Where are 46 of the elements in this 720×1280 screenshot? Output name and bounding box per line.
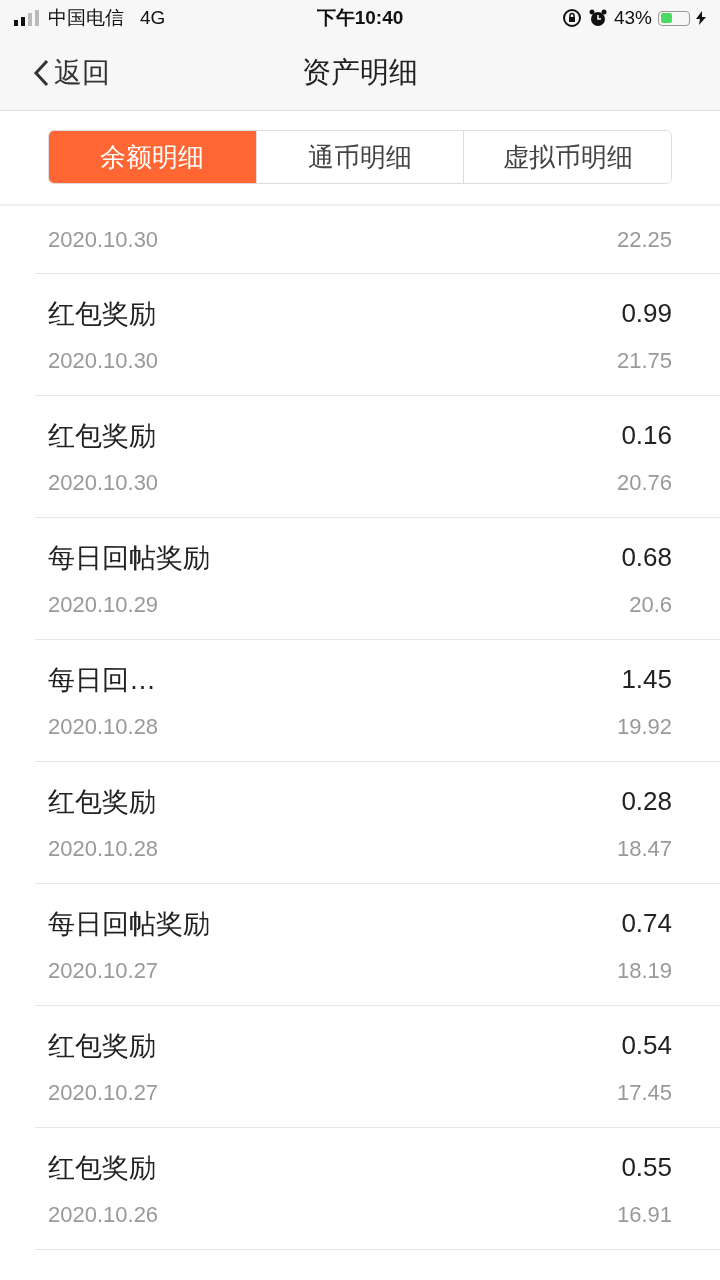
record-title: 红包奖励 — [48, 1151, 156, 1185]
alarm-icon — [588, 8, 608, 28]
record-date: 2020.10.26 — [48, 1201, 159, 1228]
tab[interactable]: 虚拟币明细 — [463, 131, 671, 183]
record-date: 2020.10.30 — [48, 469, 159, 496]
record-amount: 0.28 — [621, 786, 672, 817]
record-amount: 0.16 — [621, 420, 672, 451]
battery-percent: 43% — [614, 7, 652, 29]
record-balance: 18.47 — [616, 835, 672, 862]
record-balance: 17.45 — [616, 1079, 672, 1106]
record-title: 红包奖励 — [48, 1029, 156, 1063]
record-title: 红包奖励 — [48, 419, 156, 453]
record-amount: 0.55 — [621, 1152, 672, 1183]
record-amount: 0.99 — [621, 298, 672, 329]
record-balance: 19.92 — [616, 713, 672, 740]
record-amount: 0.74 — [621, 908, 672, 939]
page-title: 资产明细 — [302, 55, 418, 90]
record-amount: 0.54 — [621, 1030, 672, 1061]
back-chevron-icon — [32, 58, 50, 88]
record-date: 2020.10.30 — [48, 347, 159, 374]
record-amount: 0.68 — [621, 542, 672, 573]
record-title: 每日回帖奖励 — [48, 541, 210, 575]
record-date: 2020.10.27 — [48, 957, 159, 984]
record-title: 红包奖励 — [48, 785, 156, 819]
record-date: 2020.10.28 — [48, 713, 159, 740]
record-title: 每日回帖奖励 — [48, 907, 210, 941]
record-date: 2020.10.30 — [48, 226, 159, 253]
record-balance: 16.91 — [616, 1201, 672, 1228]
status-time: 下午10:40 — [316, 6, 404, 30]
signal-icon — [14, 10, 40, 26]
record-date: 2020.10.29 — [48, 591, 159, 618]
record-balance: 21.75 — [616, 347, 672, 374]
network-type: 4G — [140, 7, 166, 29]
record-balance: 18.19 — [616, 957, 672, 984]
record-balance: 20.76 — [616, 469, 672, 496]
carrier-name: 中国电信 — [48, 6, 124, 30]
rotation-lock-icon — [562, 8, 582, 28]
record-balance: 22.25 — [616, 226, 672, 253]
battery-icon — [658, 10, 690, 26]
record-amount: 1.45 — [621, 664, 672, 695]
record-date: 2020.10.28 — [48, 835, 159, 862]
back-button[interactable]: 返回 — [0, 54, 110, 92]
record-balance: 20.6 — [629, 591, 672, 618]
record-title: 红包奖励 — [48, 297, 156, 331]
record-title: 每日回… — [48, 663, 156, 697]
record-date: 2020.10.27 — [48, 1079, 159, 1106]
